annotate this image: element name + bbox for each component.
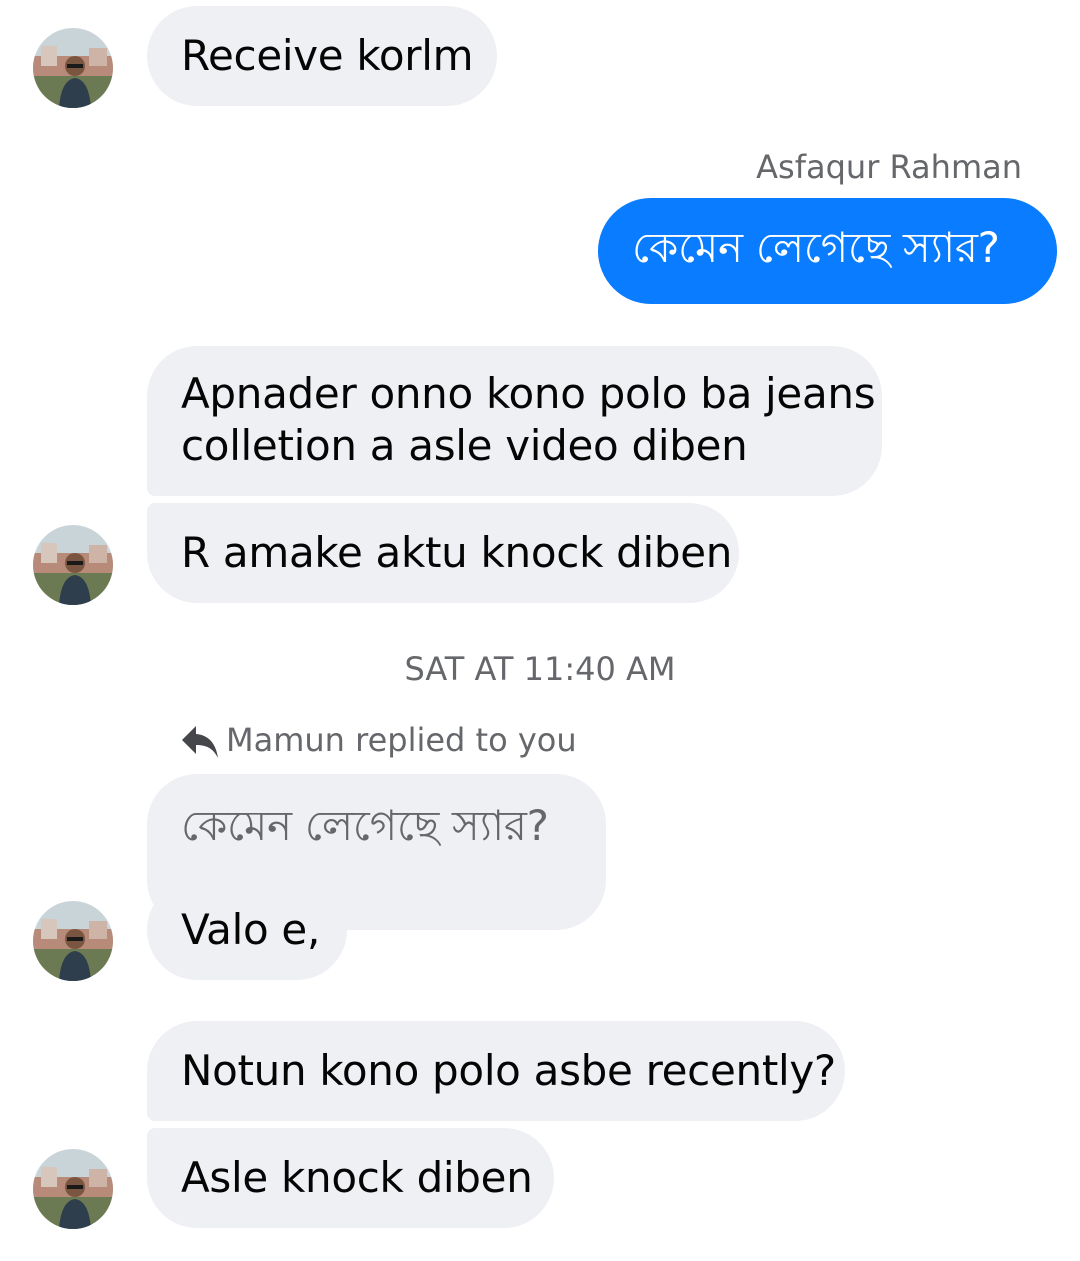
contact-avatar[interactable]	[33, 901, 113, 981]
avatar-photo-icon	[33, 525, 113, 605]
avatar-photo-icon	[33, 1149, 113, 1229]
contact-avatar[interactable]	[33, 1149, 113, 1229]
message-text: Notun kono polo asbe recently?	[181, 1046, 836, 1095]
contact-avatar[interactable]	[33, 28, 113, 108]
message-bubble-incoming[interactable]: Valo e,	[147, 880, 347, 980]
message-bubble-incoming[interactable]: Receive korlm	[147, 6, 497, 106]
message-bubble-incoming[interactable]: R amake aktu knock diben	[147, 503, 739, 603]
message-text: Valo e,	[181, 905, 321, 954]
contact-avatar[interactable]	[33, 525, 113, 605]
reply-indicator-text: Mamun replied to you	[226, 721, 577, 759]
message-text: Receive korlm	[181, 31, 474, 80]
reply-arrow-icon	[182, 726, 218, 758]
reply-indicator: Mamun replied to you	[180, 720, 577, 760]
message-bubble-incoming[interactable]: Asle knock diben	[147, 1128, 554, 1228]
avatar-photo-icon	[33, 28, 113, 108]
quoted-message-text: কেমেন লেগেছে স্যার?	[181, 801, 549, 850]
message-bubble-outgoing[interactable]: কেমেন লেগেছে স্যার?	[598, 198, 1057, 304]
message-text: R amake aktu knock diben	[181, 528, 733, 577]
message-text-line: Apnader onno kono polo ba jeans	[181, 369, 876, 418]
timestamp-divider: SAT AT 11:40 AM	[404, 650, 676, 688]
avatar-photo-icon	[33, 901, 113, 981]
message-text: কেমেন লেগেছে স্যার?	[632, 223, 1000, 272]
message-text-line: colletion a asle video diben	[181, 421, 748, 470]
message-bubble-incoming[interactable]: Notun kono polo asbe recently?	[147, 1021, 845, 1121]
message-text: Asle knock diben	[181, 1153, 533, 1202]
sender-name-label: Asfaqur Rahman	[756, 148, 1022, 186]
message-bubble-incoming[interactable]: Apnader onno kono polo ba jeans colletio…	[147, 346, 882, 496]
